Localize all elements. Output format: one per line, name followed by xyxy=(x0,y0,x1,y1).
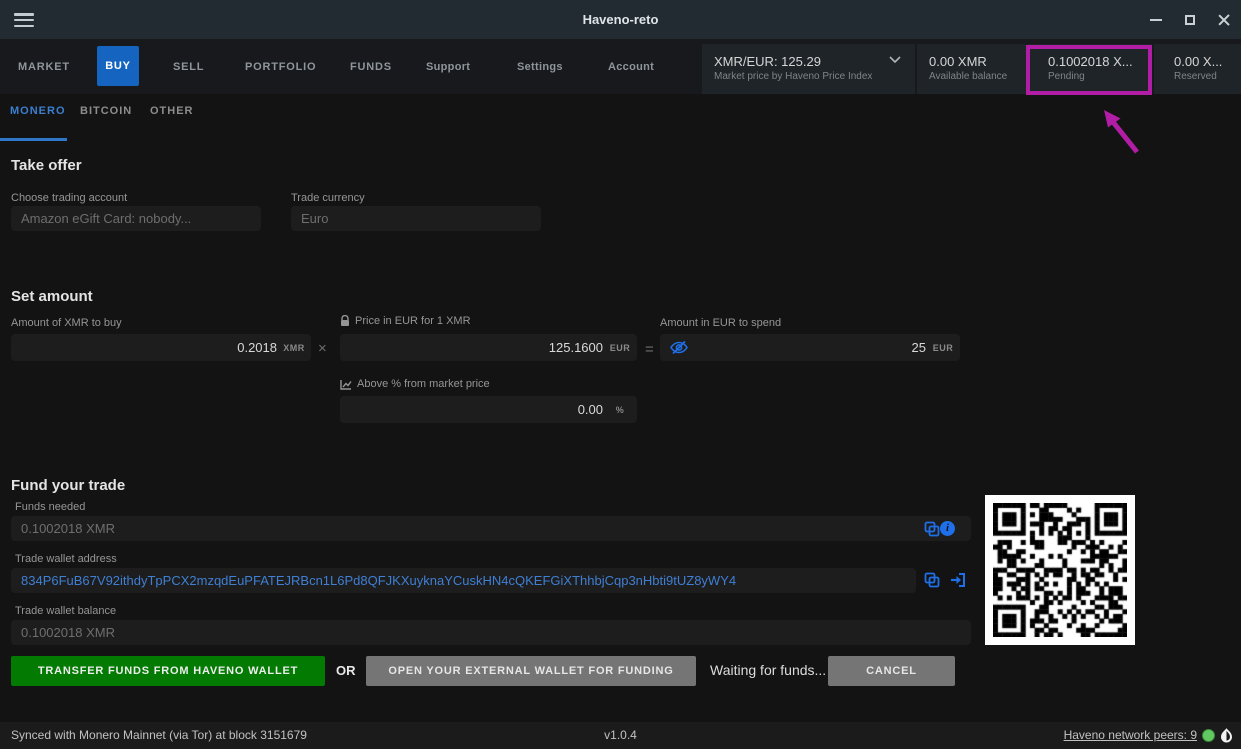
haveno-app-window: Haveno-reto MARKET BUY SELL PORTFOLIO FU… xyxy=(0,0,1241,749)
deviation-label-text: Above % from market price xyxy=(357,378,490,390)
price-label: Price in EUR for 1 XMR xyxy=(340,315,471,327)
info-icon[interactable]: i xyxy=(940,521,955,536)
lock-icon xyxy=(340,315,350,327)
balance-ticker: XMR/EUR: 125.29 Market price by Haveno P… xyxy=(700,44,1241,94)
set-amount-title: Set amount xyxy=(11,288,93,305)
wallet-balance-label: Trade wallet balance xyxy=(15,605,116,617)
active-tab-underline xyxy=(0,138,67,141)
amount-label: Amount of XMR to buy xyxy=(11,317,122,329)
minimize-button[interactable] xyxy=(1139,0,1173,39)
nav-item-buy[interactable]: BUY xyxy=(97,46,139,86)
deviation-value: 0.00 xyxy=(578,402,603,417)
trading-account-value: Amazon eGift Card: nobody... xyxy=(11,211,191,226)
wallet-balance-value: 0.1002018 XMR xyxy=(11,625,115,640)
price-value: 125.1600 xyxy=(549,340,603,355)
open-wallet-icon[interactable] xyxy=(950,572,967,588)
wallet-address-value: 834P6FuB67V92ithdyTpPCX2mzqdEuPFATEJRBcn… xyxy=(11,573,736,588)
trading-account-select[interactable]: Amazon eGift Card: nobody... xyxy=(11,206,261,231)
funds-needed-value: 0.1002018 XMR xyxy=(11,521,115,536)
deviation-label: Above % from market price xyxy=(340,378,490,390)
wallet-balance-field: 0.1002018 XMR xyxy=(11,620,971,645)
wallet-address-field[interactable]: 834P6FuB67V92ithdyTpPCX2mzqdEuPFATEJRBcn… xyxy=(11,568,916,593)
crypto-tabbar: MONERO BITCOIN OTHER xyxy=(0,94,1241,141)
nav-item-funds[interactable]: FUNDS xyxy=(350,39,392,94)
reserved-balance-value: 0.00 X... xyxy=(1174,54,1241,70)
wallet-qr-code xyxy=(985,495,1135,645)
total-label: Amount in EUR to spend xyxy=(660,317,781,329)
take-offer-title: Take offer xyxy=(11,157,82,174)
available-balance-label: Available balance xyxy=(929,70,1026,84)
tor-onion-icon xyxy=(1220,727,1233,744)
wallet-address-label: Trade wallet address xyxy=(15,553,117,565)
price-unit: EUR xyxy=(603,343,637,353)
nav-item-account[interactable]: Account xyxy=(608,39,654,94)
amount-input[interactable]: 0.2018 XMR xyxy=(11,334,311,361)
tab-monero[interactable]: MONERO xyxy=(10,105,66,117)
market-price-value: XMR/EUR: 125.29 xyxy=(714,54,915,70)
pending-balance-label: Pending xyxy=(1048,70,1152,84)
chevron-down-icon xyxy=(889,56,901,64)
price-input[interactable]: 125.1600 EUR xyxy=(340,334,637,361)
trade-currency-select[interactable]: Euro xyxy=(291,206,541,231)
pending-balance-block: 0.1002018 X... Pending xyxy=(1028,44,1152,94)
close-icon xyxy=(1218,14,1230,26)
maximize-button[interactable] xyxy=(1173,0,1207,39)
available-balance-value: 0.00 XMR xyxy=(929,54,1026,70)
chart-icon xyxy=(340,379,352,390)
copy-address-icon[interactable] xyxy=(924,572,940,588)
network-peers-link[interactable]: Haveno network peers: 9 xyxy=(1064,728,1197,742)
reserved-balance-block: 0.00 X... Reserved xyxy=(1154,44,1241,94)
nav-item-portfolio[interactable]: PORTFOLIO xyxy=(245,39,316,94)
nav-item-support[interactable]: Support xyxy=(426,39,470,94)
eye-slash-icon[interactable] xyxy=(670,340,688,355)
connection-status-dot xyxy=(1202,729,1215,742)
maximize-icon xyxy=(1185,15,1195,25)
price-label-text: Price in EUR for 1 XMR xyxy=(355,315,471,327)
market-price-selector[interactable]: XMR/EUR: 125.29 Market price by Haveno P… xyxy=(702,44,915,94)
nav-item-market[interactable]: MARKET xyxy=(18,39,70,94)
trade-currency-label: Trade currency xyxy=(291,192,365,204)
equals-operator: = xyxy=(645,341,654,358)
total-unit: EUR xyxy=(926,343,960,353)
nav-item-sell[interactable]: SELL xyxy=(173,39,204,94)
external-wallet-button[interactable]: OPEN YOUR EXTERNAL WALLET FOR FUNDING xyxy=(366,656,696,686)
title-bar: Haveno-reto xyxy=(0,0,1241,39)
total-value: 25 xyxy=(912,340,926,355)
main-navbar: MARKET BUY SELL PORTFOLIO FUNDS Support … xyxy=(0,39,1241,94)
multiply-operator: × xyxy=(318,340,327,357)
cancel-button[interactable]: CANCEL xyxy=(828,656,955,686)
hamburger-menu-icon[interactable] xyxy=(14,13,34,27)
waiting-status-text: Waiting for funds... xyxy=(710,662,826,678)
nav-item-settings[interactable]: Settings xyxy=(517,39,563,94)
amount-unit: XMR xyxy=(277,343,311,353)
minimize-icon xyxy=(1150,19,1162,21)
trading-account-label: Choose trading account xyxy=(11,192,127,204)
copy-funds-icon[interactable] xyxy=(924,521,940,537)
sync-status: Synced with Monero Mainnet (via Tor) at … xyxy=(11,728,307,742)
tab-other[interactable]: OTHER xyxy=(150,105,194,117)
funds-needed-label: Funds needed xyxy=(15,501,85,513)
close-button[interactable] xyxy=(1207,0,1241,39)
market-price-source: Market price by Haveno Price Index xyxy=(714,70,915,84)
trade-currency-value: Euro xyxy=(291,211,328,226)
funds-needed-field: 0.1002018 XMR i xyxy=(11,516,971,541)
window-title: Haveno-reto xyxy=(0,12,1241,27)
tab-bitcoin[interactable]: BITCOIN xyxy=(80,105,132,117)
or-label: OR xyxy=(336,663,356,678)
pending-balance-value: 0.1002018 X... xyxy=(1048,54,1152,70)
deviation-unit: % xyxy=(603,405,637,415)
fund-trade-title: Fund your trade xyxy=(11,477,125,494)
transfer-funds-button[interactable]: TRANSFER FUNDS FROM HAVENO WALLET xyxy=(11,656,325,686)
app-version: v1.0.4 xyxy=(604,728,637,742)
available-balance-block: 0.00 XMR Available balance xyxy=(917,44,1026,94)
amount-value: 0.2018 xyxy=(237,340,277,355)
reserved-balance-label: Reserved xyxy=(1174,70,1241,84)
status-bar: Synced with Monero Mainnet (via Tor) at … xyxy=(0,722,1241,749)
total-input[interactable]: 25 EUR xyxy=(660,334,960,361)
deviation-input[interactable]: 0.00 % xyxy=(340,396,637,423)
